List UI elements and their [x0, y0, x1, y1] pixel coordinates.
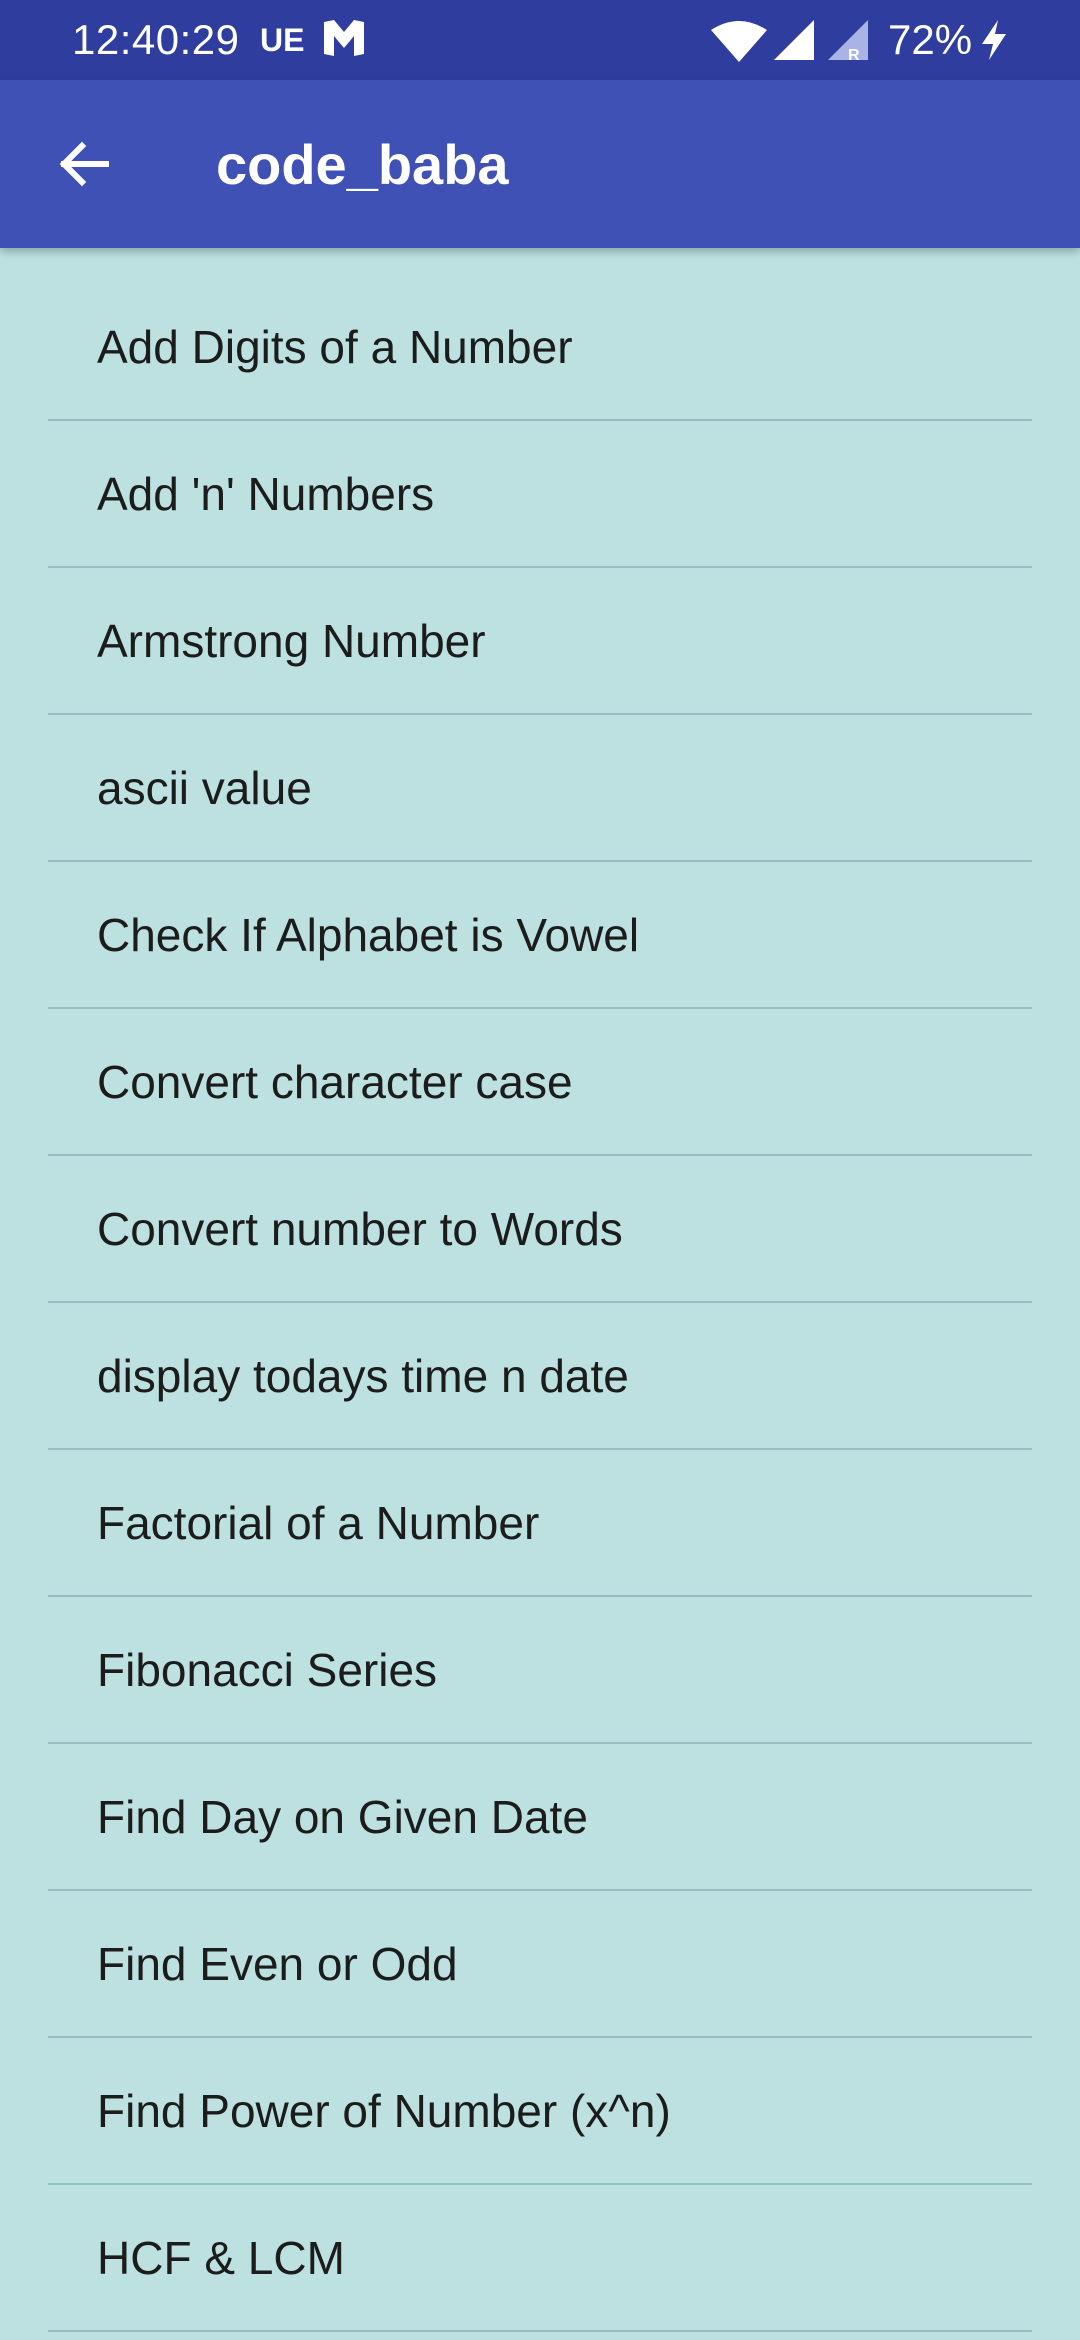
- list-item[interactable]: Convert character case: [48, 1009, 1032, 1156]
- list-item-label: HCF & LCM: [97, 2231, 345, 2284]
- list-item-label: Add Digits of a Number: [97, 320, 573, 373]
- m-icon: [324, 20, 364, 56]
- list-item[interactable]: Check If Alphabet is Vowel: [48, 862, 1032, 1009]
- list-item[interactable]: Factorial of a Number: [48, 1450, 1032, 1597]
- list-item-label: ascii value: [97, 761, 312, 814]
- list-item-label: Check If Alphabet is Vowel: [97, 908, 640, 961]
- list-item-label: Armstrong Number: [97, 614, 486, 667]
- list-item[interactable]: HCF & LCM: [48, 2185, 1032, 2332]
- list-item[interactable]: Find Even or Odd: [48, 1891, 1032, 2038]
- list-item-label: Factorial of a Number: [97, 1496, 540, 1549]
- svg-text:R: R: [848, 47, 860, 62]
- list-item-label: Convert number to Words: [97, 1202, 623, 1255]
- program-list: Add Digits of a Number Add 'n' Numbers A…: [48, 274, 1032, 2332]
- status-carrier: UE: [260, 22, 305, 58]
- status-bar: 12:40:29 UE R 72%: [0, 0, 1080, 80]
- list-item[interactable]: Convert number to Words: [48, 1156, 1032, 1303]
- list-item-label: Add 'n' Numbers: [97, 467, 435, 520]
- list-item-label: Fibonacci Series: [97, 1643, 438, 1696]
- charging-bolt-icon: [982, 20, 1006, 60]
- arrow-left-icon: [59, 141, 109, 187]
- list-item[interactable]: Add 'n' Numbers: [48, 421, 1032, 568]
- wifi-icon: [711, 21, 767, 62]
- list-item-label: Convert character case: [97, 1055, 573, 1108]
- list-item[interactable]: Find Power of Number (x^n): [48, 2038, 1032, 2185]
- list-item[interactable]: ascii value: [48, 715, 1032, 862]
- back-button[interactable]: [36, 122, 132, 206]
- app-title: code_baba: [216, 133, 509, 196]
- signal-icon: [774, 20, 814, 60]
- list-item[interactable]: Find Day on Given Date: [48, 1744, 1032, 1891]
- list-item-label: Find Day on Given Date: [97, 1790, 588, 1843]
- list-item[interactable]: Fibonacci Series: [48, 1597, 1032, 1744]
- app-bar: code_baba: [0, 80, 1080, 248]
- battery-percent: 72%: [888, 16, 973, 63]
- status-time: 12:40:29: [72, 16, 240, 63]
- list-item[interactable]: Add Digits of a Number: [48, 274, 1032, 421]
- signal-roaming-icon: R: [828, 20, 868, 62]
- list-item-label: display todays time n date: [97, 1349, 629, 1402]
- list-item[interactable]: Armstrong Number: [48, 568, 1032, 715]
- list-item-label: Find Even or Odd: [97, 1937, 458, 1990]
- list-item-label: Find Power of Number (x^n): [97, 2084, 671, 2137]
- list-item[interactable]: display todays time n date: [48, 1303, 1032, 1450]
